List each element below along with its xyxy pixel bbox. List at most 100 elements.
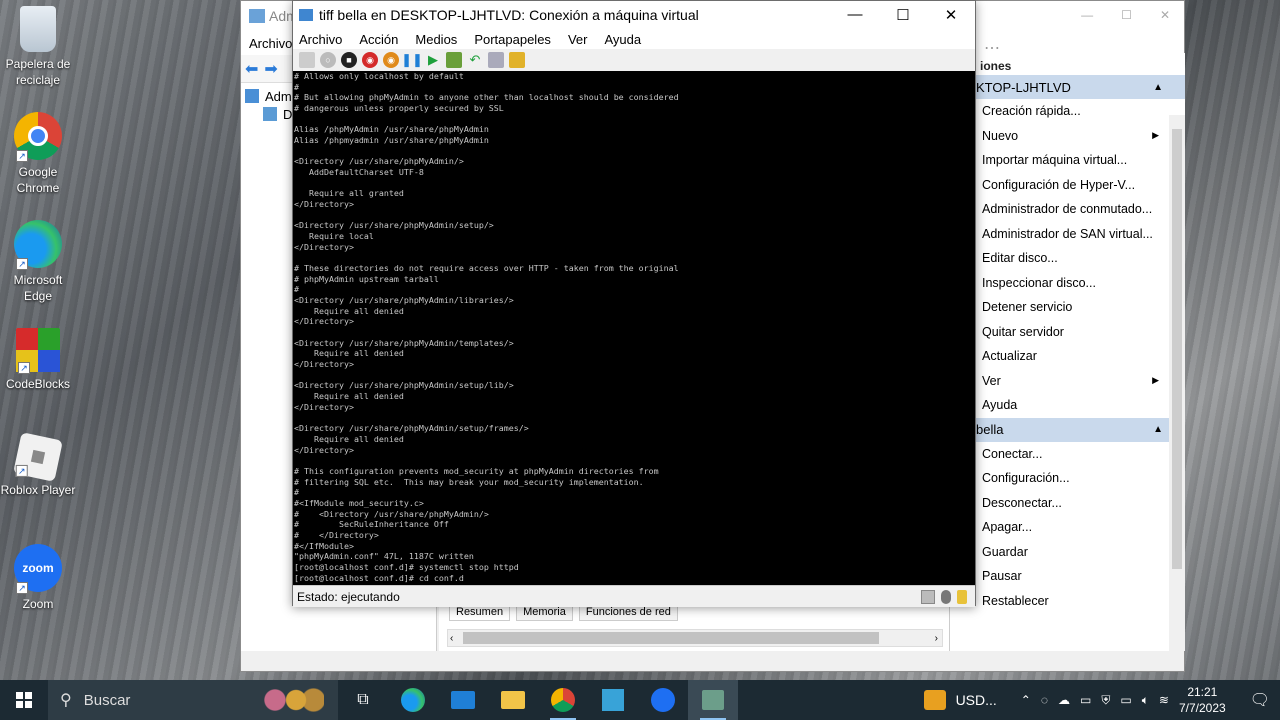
revert-icon[interactable]: ↶ (467, 52, 483, 68)
action-item[interactable]: Creación rápida... (950, 99, 1185, 124)
vm-menu-portapapeles[interactable]: Portapapeles (474, 32, 551, 47)
console-line: Require all denied (294, 305, 404, 316)
desktop-icon-roblox[interactable]: ↗ Roblox Player (0, 432, 76, 498)
save-state-icon[interactable]: ◉ (383, 52, 399, 68)
start-button[interactable] (0, 680, 48, 720)
vm-maximize-button[interactable]: ☐ (879, 6, 927, 24)
battery-icon[interactable]: ▭ (1120, 693, 1131, 707)
clock[interactable]: 21:21 7/7/2023 (1179, 684, 1226, 716)
chevron-up-icon[interactable]: ⌃ (1021, 693, 1031, 707)
scrollbar-thumb[interactable] (1172, 129, 1182, 569)
action-item[interactable]: Actualizar (950, 344, 1185, 369)
action-item[interactable]: Ayuda (950, 393, 1185, 418)
forward-arrow-icon[interactable]: ➡ (264, 59, 277, 79)
action-item[interactable]: Nuevo ▶ (950, 124, 1185, 149)
enhanced-session-icon[interactable] (488, 52, 504, 68)
vm-menu-ver[interactable]: Ver (568, 32, 588, 47)
shut-down-icon[interactable]: ◉ (362, 52, 378, 68)
taskbar-search-box[interactable]: ⚲ Buscar (48, 680, 338, 720)
vm-action-item[interactable]: ▶Restablecer (950, 589, 1185, 614)
vm-action-item[interactable]: Guardar (950, 540, 1185, 565)
resume-icon[interactable]: ▶ (425, 52, 441, 68)
console-line: <Directory /usr/share/phpMyAdmin/setup/l… (294, 380, 514, 391)
vm-menu-archivo[interactable]: Archivo (299, 32, 342, 47)
horizontal-scrollbar[interactable]: ‹ › (447, 629, 943, 647)
vm-menu-accion[interactable]: Acción (359, 32, 398, 47)
vm-menu-medios[interactable]: Medios (415, 32, 457, 47)
codeblocks-icon: ↗ (16, 328, 60, 374)
taskbar-zoom[interactable] (638, 680, 688, 720)
currency-widget-label[interactable]: USD... (956, 692, 997, 708)
vm-menu-ayuda[interactable]: Ayuda (604, 32, 641, 47)
scrollbar-thumb[interactable] (463, 632, 880, 644)
turn-off-icon[interactable]: ■ (341, 52, 357, 68)
maximize-button[interactable]: ☐ (1121, 8, 1132, 22)
meet-now-icon[interactable]: ◌ (1041, 693, 1048, 707)
vm-action-item[interactable]: Apagar... (950, 515, 1185, 540)
volume-icon[interactable]: 🔈︎ (1142, 693, 1149, 708)
start-icon[interactable]: ○ (320, 52, 336, 68)
actions-section-vm[interactable]: bella ▲ (950, 417, 1185, 442)
vm-console-screen[interactable]: # Allows only localhost by default # # But… (293, 71, 975, 585)
console-line: # This configuration prevents mod_securi… (294, 465, 659, 476)
action-item[interactable]: Ver ▶ (950, 369, 1185, 394)
desktop-icon-chrome[interactable]: ↗ Google Chrome (0, 112, 76, 196)
console-line: </Directory> (294, 401, 354, 412)
actions-vertical-scrollbar[interactable] (1169, 115, 1185, 651)
notification-icon[interactable]: 🗨︎ (1250, 690, 1270, 710)
desktop-icon-label: CodeBlocks (5, 377, 71, 391)
manager-menu-archivo[interactable]: Archivo (249, 36, 292, 51)
wifi-icon[interactable]: ≋ (1159, 693, 1169, 707)
console-line: Require all denied (294, 391, 404, 402)
console-line: Require all denied (294, 433, 404, 444)
action-item[interactable]: Editar disco... (950, 246, 1185, 271)
task-view-button[interactable]: ⧉ (338, 680, 388, 720)
currency-widget-icon[interactable] (923, 690, 946, 710)
action-label: Configuración de Hyper-V... (982, 177, 1136, 192)
taskbar-hyperv[interactable] (688, 680, 738, 720)
hyperv-manager-icon (245, 89, 259, 103)
vm-close-button[interactable]: ✕ (927, 6, 975, 24)
action-item[interactable]: Administrador de SAN virtual... (950, 222, 1185, 247)
vm-action-item[interactable]: Configuración... (950, 466, 1185, 491)
desktop-icon-codeblocks[interactable]: ↗ CodeBlocks (0, 328, 76, 392)
more-icon[interactable]: ⋯ (984, 38, 1000, 58)
taskbar-chrome[interactable] (538, 680, 588, 720)
vm-action-item[interactable]: Desconectar... (950, 491, 1185, 516)
action-item[interactable]: Inspeccionar disco... (950, 271, 1185, 296)
actions-section-host[interactable]: KTOP-LJHTLVD ▲ (950, 75, 1185, 99)
action-item[interactable]: Administrador de conmutado... (950, 197, 1185, 222)
close-button[interactable]: ✕ (1160, 8, 1170, 22)
console-line: </Directory> (294, 241, 354, 252)
back-arrow-icon[interactable]: ⬅ (245, 59, 258, 79)
taskbar-mail[interactable] (438, 680, 488, 720)
system-tray: USD... ⌃ ◌ ☁ ▭ ⛨ ▭ 🔈︎ ≋ 21:21 7/7/2023 🗨… (923, 684, 1280, 716)
action-item[interactable]: Quitar servidor (950, 320, 1185, 345)
vm-action-item[interactable]: ❚❚Pausar (950, 564, 1185, 589)
taskbar-edge[interactable] (388, 680, 438, 720)
vm-action-item[interactable]: Conectar... (950, 442, 1185, 467)
recycle-bin-icon (20, 6, 56, 52)
network-icon[interactable]: ▭ (1080, 693, 1091, 707)
security-icon[interactable]: ⛨ (1101, 693, 1110, 708)
share-icon[interactable] (509, 52, 525, 68)
desktop-icon-edge[interactable]: ↗ Microsoft Edge (0, 220, 76, 304)
cloud-icon[interactable]: ☁ (1058, 693, 1070, 707)
desktop-icon-recycle-bin[interactable]: Papelera de reciclaje (0, 6, 76, 88)
pause-icon[interactable]: ❚❚ (401, 52, 423, 68)
collapse-up-icon[interactable]: ▲ (1153, 424, 1163, 435)
scroll-left-icon[interactable]: ‹ (450, 633, 453, 644)
ctrl-alt-del-icon[interactable] (299, 52, 315, 68)
scroll-right-icon[interactable]: › (935, 633, 938, 644)
vm-minimize-button[interactable]: — (831, 6, 879, 24)
action-item[interactable]: Detener servicio (950, 295, 1185, 320)
checkpoint-icon[interactable] (446, 52, 462, 68)
taskbar-file-explorer[interactable] (488, 680, 538, 720)
minimize-button[interactable]: — (1081, 8, 1093, 22)
taskbar-store[interactable] (588, 680, 638, 720)
collapse-up-icon[interactable]: ▲ (1153, 82, 1163, 93)
action-item[interactable]: Configuración de Hyper-V... (950, 173, 1185, 198)
console-line: # filtering SQL etc. This may break your… (294, 476, 644, 487)
action-item[interactable]: Importar máquina virtual... (950, 148, 1185, 173)
desktop-icon-zoom[interactable]: zoom ↗ Zoom (0, 544, 76, 612)
